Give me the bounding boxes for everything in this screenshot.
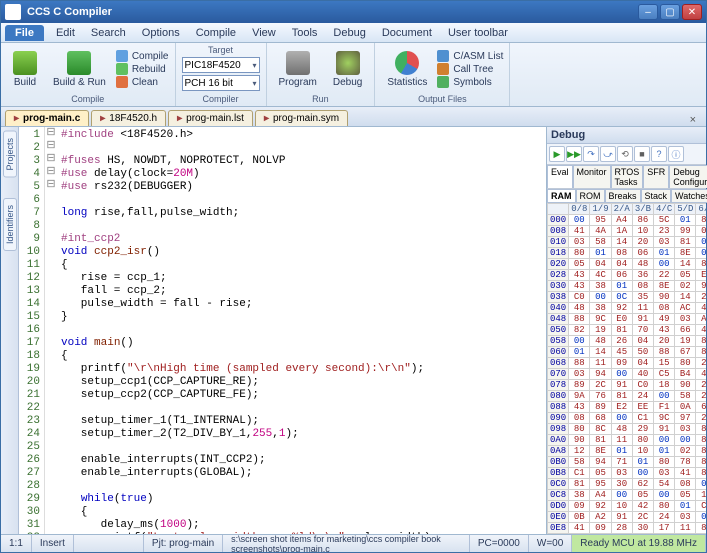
target-chip-combo[interactable]: PIC18F4520 [182,57,260,73]
code-area[interactable]: #include <18F4520.h> #fuses HS, NOWDT, N… [57,127,546,534]
menu-search[interactable]: Search [83,25,134,41]
titlebar: CCS C Compiler – ▢ ✕ [1,1,706,23]
minimize-button[interactable]: – [638,4,658,20]
menu-file[interactable]: File [5,25,44,41]
app-icon [5,4,21,20]
debug-toolbar: ▶ ▶▶ ↷ ⤻ ⟲ ■ ? ⓘ [547,144,706,165]
status-project: Pjt: prog-main [144,535,223,552]
compile-button[interactable]: Compile [116,50,169,62]
debug-subtab-ram[interactable]: RAM [547,189,576,203]
menu-debug[interactable]: Debug [325,25,373,41]
sidetab-identifiers[interactable]: Identifiers [3,198,17,251]
menu-document[interactable]: Document [374,25,440,41]
fold-column[interactable]: ⊟ ⊟ ⊟ ⊟ ⊟ [45,127,57,534]
debug-tab-eval[interactable]: Eval [547,165,573,188]
line-gutter: 1 2 3 4 5 6 7 8 9 10 11 12 13 14 15 16 1… [19,127,45,534]
editor-tab[interactable]: ▸18F4520.h [91,110,166,126]
sidetab-projects[interactable]: Projects [3,131,17,178]
menu-edit[interactable]: Edit [48,25,83,41]
code-editor[interactable]: 1 2 3 4 5 6 7 8 9 10 11 12 13 14 15 16 1… [19,127,546,534]
build-button[interactable]: Build [7,49,43,90]
debug-tab-sfr[interactable]: SFR [643,165,669,188]
clean-button[interactable]: Clean [116,76,169,88]
status-path: s:\screen shot items for marketing\ccs c… [223,535,470,552]
menu-options[interactable]: Options [134,25,188,41]
status-ready: Ready MCU at 19.88 MHz [572,535,706,552]
ram-table[interactable]: 0/81/92/A3/B4/C5/D6/E7/F0000095A4865C018… [547,203,706,534]
menu-user-toolbar[interactable]: User toolbar [440,25,516,41]
menu-tools[interactable]: Tools [284,25,326,41]
status-pos: 1:1 [1,535,32,552]
debug-subtab-rom[interactable]: ROM [576,189,605,203]
side-panel: Projects Identifiers [1,127,19,534]
debug-help-icon[interactable]: ? [651,146,667,162]
debug-tabs-upper: EvalMonitorRTOS TasksSFRDebug Configure [547,165,706,188]
debug-tab-monitor[interactable]: Monitor [573,165,611,188]
debug-tabs-lower: RAMROMBreaksStackWatchesPeripherals [547,188,706,203]
status-pc: PC=0000 [470,535,529,552]
ribbon: Build Build & Run Compile Rebuild Clean … [1,43,706,107]
casm-list-button[interactable]: C/ASM List [437,50,503,62]
editor-tabstrip: ▸prog-main.c▸18F4520.h▸prog-main.lst▸pro… [1,107,706,127]
debug-info-icon[interactable]: ⓘ [668,146,684,162]
menu-compile[interactable]: Compile [188,25,244,41]
debug-subtab-breaks[interactable]: Breaks [605,189,641,203]
close-button[interactable]: ✕ [682,4,702,20]
editor-tab[interactable]: ▸prog-main.sym [255,110,348,126]
call-tree-button[interactable]: Call Tree [437,63,503,75]
debug-panel: Debug ▶ ▶▶ ↷ ⤻ ⟲ ■ ? ⓘ EvalMonitorRTOS T… [546,127,706,534]
app-title: CCS C Compiler [27,6,636,18]
maximize-button[interactable]: ▢ [660,4,680,20]
statusbar: 1:1 Insert Pjt: prog-main s:\screen shot… [1,534,706,552]
editor-tab[interactable]: ▸prog-main.lst [168,110,253,126]
debug-button[interactable]: Debug [327,49,368,90]
menu-view[interactable]: View [244,25,284,41]
menubar: File EditSearchOptionsCompileViewToolsDe… [1,23,706,43]
editor-tab[interactable]: ▸prog-main.c [5,110,89,126]
debug-run-icon[interactable]: ▶ [549,146,565,162]
debug-stepover-icon[interactable]: ⤻ [600,146,616,162]
tab-close-icon[interactable]: × [684,114,702,126]
program-button[interactable]: Program [273,49,323,90]
rebuild-button[interactable]: Rebuild [116,63,169,75]
debug-reset-icon[interactable]: ⟲ [617,146,633,162]
build-run-button[interactable]: Build & Run [47,49,112,90]
debug-title: Debug [547,127,706,144]
statistics-button[interactable]: Statistics [381,49,433,90]
debug-tab-debug-configure[interactable]: Debug Configure [669,165,707,188]
target-mode-combo[interactable]: PCH 16 bit [182,75,260,91]
debug-subtab-watches[interactable]: Watches [671,189,707,203]
debug-step-icon[interactable]: ↷ [583,146,599,162]
symbols-button[interactable]: Symbols [437,76,503,88]
debug-stop-icon[interactable]: ■ [634,146,650,162]
status-insert: Insert [32,535,74,552]
debug-subtab-stack[interactable]: Stack [641,189,672,203]
debug-tab-rtos-tasks[interactable]: RTOS Tasks [611,165,644,188]
debug-pause-icon[interactable]: ▶▶ [566,146,582,162]
status-w: W=00 [529,535,572,552]
